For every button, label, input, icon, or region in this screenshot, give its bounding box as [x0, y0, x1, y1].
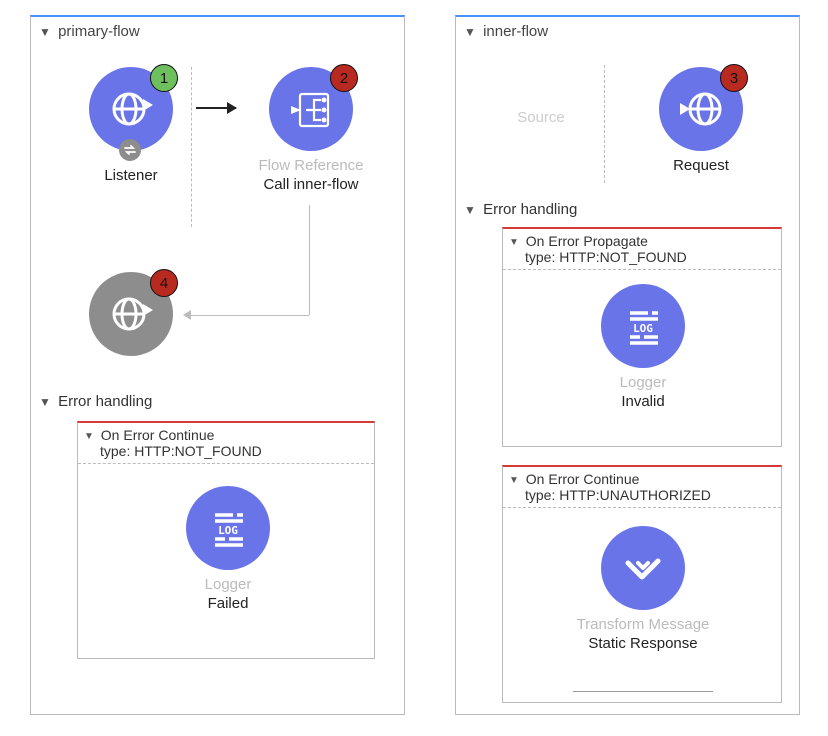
handler-type: type: HTTP:NOT_FOUND — [84, 443, 262, 459]
collapse-triangle-icon[interactable]: ▼ — [464, 203, 476, 217]
request-label: Request — [631, 157, 771, 174]
step-badge: 2 — [330, 64, 358, 92]
listener-label: Listener — [61, 167, 201, 184]
logger-component[interactable]: LOG Logger Failed — [158, 486, 298, 612]
flow-title: ▼ primary-flow — [39, 23, 140, 40]
listener-component[interactable]: 1 Listener — [61, 67, 201, 184]
underline — [573, 691, 713, 692]
error-handler-continue[interactable]: ▼ On Error Continue type: HTTP:NOT_FOUND… — [77, 421, 375, 659]
flow-title: ▼ inner-flow — [464, 23, 548, 40]
step-badge: 1 — [150, 64, 178, 92]
flow-primary: ▼ primary-flow 1 Listener — [30, 15, 405, 715]
transform-message-component[interactable]: Transform Message Static Response — [565, 526, 721, 652]
error-handling-section: ▼ Error handling — [464, 201, 577, 218]
collapse-triangle-icon[interactable]: ▼ — [509, 237, 519, 248]
transform-message-icon — [601, 526, 685, 610]
logger-name: Failed — [158, 595, 298, 612]
collapse-triangle-icon[interactable]: ▼ — [509, 475, 519, 486]
flow-ref-label: Flow Reference — [241, 157, 381, 174]
flow-ref-name: Call inner-flow — [241, 176, 381, 193]
collapse-triangle-icon[interactable]: ▼ — [464, 25, 476, 39]
request-component[interactable]: 3 Request — [631, 67, 771, 174]
logger-icon: LOG — [186, 486, 270, 570]
flow-reference-icon: 2 — [269, 67, 353, 151]
flow-name-label: inner-flow — [483, 23, 548, 40]
collapse-triangle-icon[interactable]: ▼ — [39, 395, 51, 409]
step-badge: 3 — [720, 64, 748, 92]
handler-title: On Error Propagate — [526, 233, 648, 249]
http-request-icon: 3 — [659, 67, 743, 151]
transform-name: Static Response — [565, 635, 721, 652]
step-badge: 4 — [150, 269, 178, 297]
route-line — [191, 315, 309, 316]
svg-text:LOG: LOG — [633, 322, 653, 335]
handler-header: ▼ On Error Propagate type: HTTP:NOT_FOUN… — [503, 229, 781, 270]
exchange-icon — [119, 139, 141, 161]
error-handling-section: ▼ Error handling — [39, 393, 152, 410]
logger-icon: LOG — [601, 284, 685, 368]
handler-header: ▼ On Error Continue type: HTTP:NOT_FOUND — [78, 423, 374, 464]
flow-inner: ▼ inner-flow Source 3 Request ▼ Error ha… — [455, 15, 800, 715]
handler-title: On Error Continue — [101, 427, 215, 443]
logger-label: Logger — [573, 374, 713, 391]
route-line — [309, 205, 310, 315]
svg-text:LOG: LOG — [218, 524, 238, 537]
http-response-icon: 4 — [89, 272, 173, 356]
handler-type: type: HTTP:NOT_FOUND — [509, 249, 687, 265]
transform-label: Transform Message — [565, 616, 721, 633]
flow-reference-component[interactable]: 2 Flow Reference Call inner-flow — [241, 67, 381, 193]
collapse-triangle-icon[interactable]: ▼ — [84, 431, 94, 442]
logger-name: Invalid — [573, 393, 713, 410]
source-placeholder: Source — [471, 109, 611, 126]
error-handler-propagate[interactable]: ▼ On Error Propagate type: HTTP:NOT_FOUN… — [502, 227, 782, 447]
handler-type: type: HTTP:UNAUTHORIZED — [509, 487, 711, 503]
handler-header: ▼ On Error Continue type: HTTP:UNAUTHORI… — [503, 467, 781, 508]
flow-name-label: primary-flow — [58, 23, 140, 40]
handler-title: On Error Continue — [526, 471, 640, 487]
logger-component[interactable]: LOG Logger Invalid — [573, 284, 713, 410]
error-handler-continue[interactable]: ▼ On Error Continue type: HTTP:UNAUTHORI… — [502, 465, 782, 703]
connector-arrow — [196, 107, 236, 109]
collapse-triangle-icon[interactable]: ▼ — [39, 25, 51, 39]
logger-label: Logger — [158, 576, 298, 593]
response-component[interactable]: 4 — [61, 272, 201, 356]
